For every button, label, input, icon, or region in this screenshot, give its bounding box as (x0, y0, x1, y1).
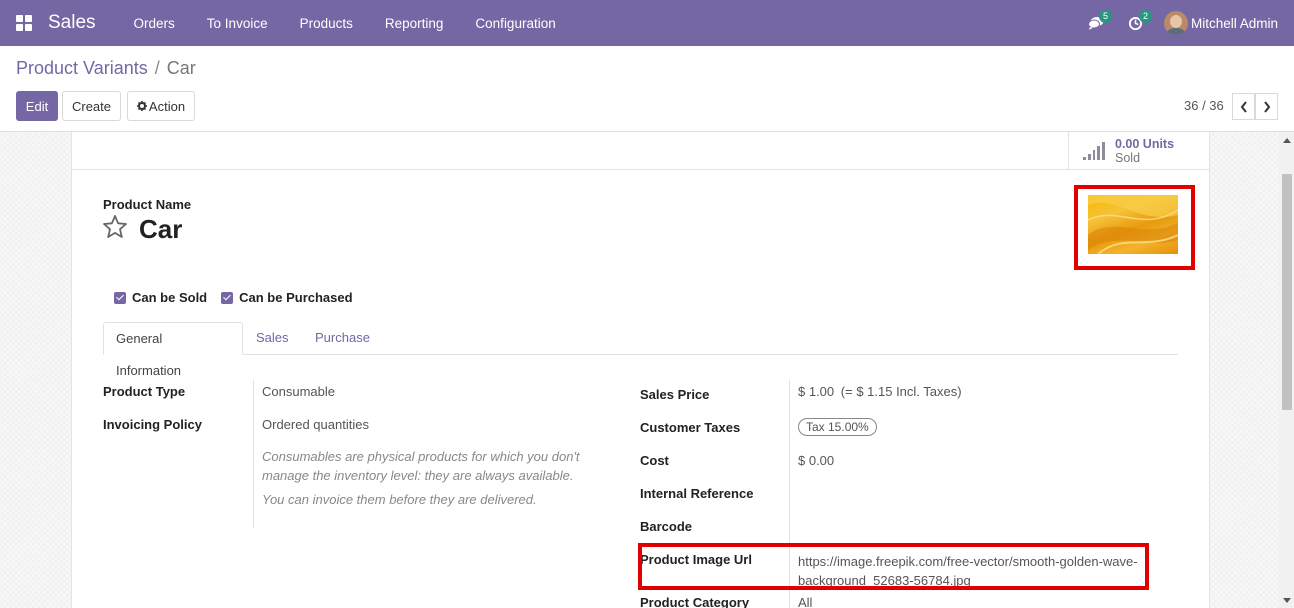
customer-taxes-label: Customer Taxes (640, 420, 741, 435)
activities-badge: 2 (1138, 10, 1152, 23)
can-be-sold-label: Can be Sold (132, 290, 208, 305)
product-options: Can be Sold Can be Purchased (114, 290, 367, 305)
sales-price-incl-taxes: (= $ 1.15 Incl. Taxes) (840, 384, 962, 399)
tax-tag[interactable]: Tax 15.00% (798, 418, 877, 436)
star-icon[interactable] (102, 214, 128, 240)
internal-reference-label: Internal Reference (640, 486, 754, 501)
top-navbar: Sales Orders To Invoice Products Reporti… (0, 0, 1294, 46)
app-name[interactable]: Sales (48, 12, 96, 34)
sales-price-value: $ 1.00 (798, 384, 835, 399)
action-button[interactable]: Action (127, 91, 195, 121)
pager-previous-button[interactable] (1232, 93, 1255, 120)
avatar (1163, 11, 1188, 35)
messaging-menu[interactable]: 5 (1076, 0, 1116, 46)
scroll-down-arrow[interactable] (1283, 598, 1291, 603)
help-line-1: Consumables are physical products for wh… (262, 449, 580, 464)
button-box: 0.00 Units Sold (72, 132, 1209, 170)
signal-bars-icon (1083, 142, 1105, 160)
barcode-label: Barcode (640, 519, 693, 534)
units-sold-button[interactable]: 0.00 Units Sold (1068, 132, 1209, 170)
menu-reporting[interactable]: Reporting (369, 16, 460, 31)
breadcrumb: Product Variants / Car (16, 58, 196, 79)
create-button[interactable]: Create (62, 91, 121, 121)
product-type-label: Product Type (103, 384, 186, 399)
scrollbar-thumb[interactable] (1282, 174, 1292, 410)
sales-price-field[interactable]: $ 1.00 (= $ 1.15 Incl. Taxes) (798, 384, 962, 399)
menu-products[interactable]: Products (284, 16, 369, 31)
action-label: Action (148, 98, 186, 114)
edit-button[interactable]: Edit (16, 91, 58, 121)
messages-badge: 5 (1098, 10, 1112, 23)
systray: 5 2 Mitchell Admin (1076, 0, 1294, 46)
can-be-purchased-checkbox[interactable]: Can be Purchased (221, 290, 353, 305)
menu-orders[interactable]: Orders (118, 16, 191, 31)
breadcrumb-current: Car (166, 58, 196, 78)
cost-label: Cost (640, 453, 669, 468)
pager-value[interactable]: 36 / 36 (1184, 98, 1224, 113)
help-line-2: manage the inventory level: they are alw… (262, 468, 574, 483)
breadcrumb-parent[interactable]: Product Variants (16, 58, 148, 78)
product-name-label: Product Name (103, 197, 192, 212)
apps-menu-icon[interactable] (16, 15, 32, 31)
units-sold-value: 0.00 Units (1115, 137, 1175, 151)
user-name: Mitchell Admin (1190, 15, 1278, 31)
notebook-tabs: General Information Sales Purchase (103, 322, 1178, 378)
scroll-up-arrow[interactable] (1283, 138, 1291, 143)
checkbox-checked-icon (221, 291, 234, 304)
can-be-purchased-label: Can be Purchased (239, 290, 353, 305)
url-highlight-box (638, 543, 1149, 590)
product-name: Car (139, 214, 183, 244)
menu-configuration[interactable]: Configuration (459, 16, 571, 31)
invoicing-help: You can invoice them before they are del… (262, 492, 537, 507)
chevron-left-icon (1240, 100, 1247, 113)
can-be-sold-checkbox[interactable]: Can be Sold (114, 290, 207, 305)
chevron-right-icon (1263, 100, 1270, 113)
image-highlight-box (1074, 185, 1195, 270)
cost-field[interactable]: $ 0.00 (798, 453, 834, 468)
activity-menu[interactable]: 2 (1116, 0, 1156, 46)
product-type-field[interactable]: Consumable (262, 384, 335, 399)
sales-price-label: Sales Price (640, 387, 710, 402)
form-sheet: 0.00 Units Sold Product Name Car Can be … (71, 132, 1210, 608)
gear-icon (136, 101, 147, 111)
form-content: 0.00 Units Sold Product Name Car Can be … (0, 131, 1294, 608)
product-category-field[interactable]: All (798, 595, 812, 608)
user-menu[interactable]: Mitchell Admin (1163, 11, 1278, 35)
pager-next-button[interactable] (1255, 93, 1278, 120)
menu-to-invoice[interactable]: To Invoice (191, 16, 284, 31)
checkbox-checked-icon (114, 291, 126, 304)
breadcrumb-separator: / (154, 58, 160, 78)
invoicing-policy-field[interactable]: Ordered quantities (262, 417, 369, 432)
invoicing-policy-label: Invoicing Policy (103, 417, 202, 432)
tab-purchase[interactable]: Purchase (303, 322, 382, 355)
field-separator (253, 380, 254, 528)
tab-sales[interactable]: Sales (244, 322, 301, 355)
tab-general-information[interactable]: General Information (103, 322, 243, 378)
units-sold-label: Sold (1115, 151, 1141, 165)
product-category-label: Product Category (640, 595, 750, 608)
product-type-help: Consumables are physical products for wh… (262, 447, 580, 485)
